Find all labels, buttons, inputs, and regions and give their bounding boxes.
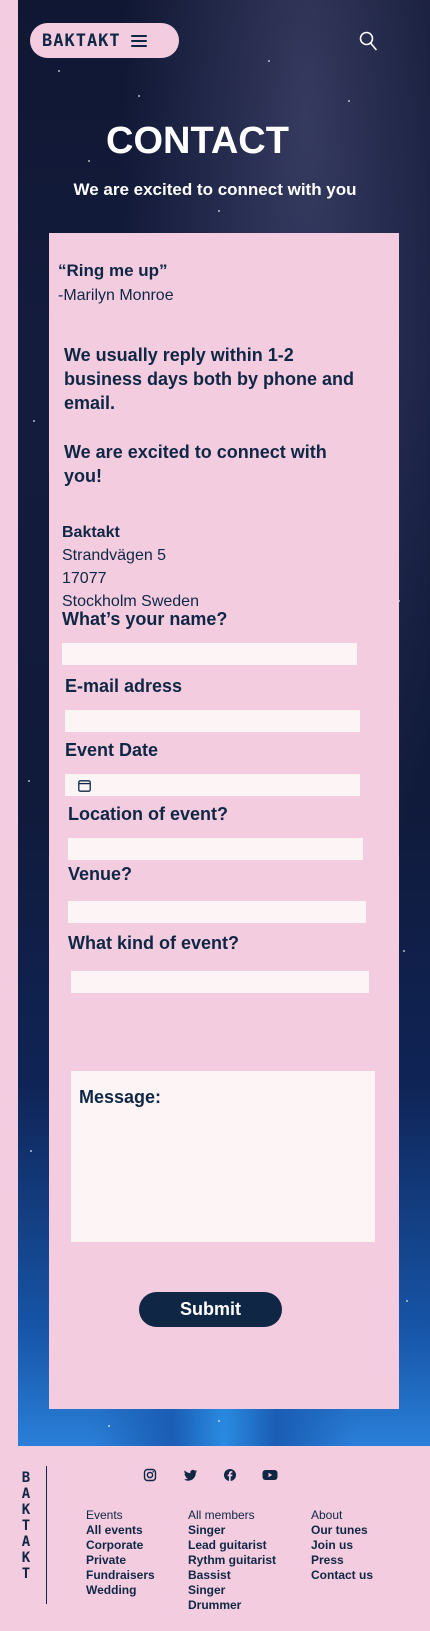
star xyxy=(30,1150,32,1152)
event-date-field[interactable] xyxy=(65,774,360,796)
youtube-icon[interactable] xyxy=(262,1468,278,1482)
star xyxy=(218,1420,220,1422)
page-title: CONTACT xyxy=(106,120,289,162)
location-field[interactable] xyxy=(68,838,363,860)
event-date-label: Event Date xyxy=(65,740,159,760)
star xyxy=(403,950,405,952)
events-link[interactable]: Fundraisers xyxy=(86,1568,155,1583)
star xyxy=(268,60,270,62)
about-column: About Our tunes Join us Press Contact us xyxy=(311,1508,373,1583)
vertical-logo-letter: T xyxy=(21,1518,31,1534)
star xyxy=(218,210,220,212)
address-street: Strandvägen 5 xyxy=(62,547,167,564)
events-link[interactable]: Wedding xyxy=(86,1583,155,1598)
members-heading[interactable]: All members xyxy=(188,1508,276,1523)
company-name: Baktakt xyxy=(62,524,120,541)
search-icon[interactable] xyxy=(359,31,377,51)
star xyxy=(348,100,350,102)
submit-button[interactable]: Submit xyxy=(139,1292,282,1327)
excited-info: We are excited to connect with you! xyxy=(64,442,327,486)
address-block: Baktakt Strandvägen 5 17077 Stockholm Sw… xyxy=(62,521,199,613)
quote: “Ring me up” xyxy=(58,261,168,280)
events-column: Events All events Corporate Private Fund… xyxy=(86,1508,155,1598)
vertical-logo-letter: T xyxy=(21,1566,31,1582)
vertical-logo-letter: K xyxy=(21,1550,31,1566)
location-label: Location of event? xyxy=(68,804,229,824)
email-label: E-mail adress xyxy=(65,676,183,696)
page-subtitle: We are excited to connect with you xyxy=(73,180,357,199)
star xyxy=(108,1425,110,1427)
vertical-logo-letter: B xyxy=(21,1470,31,1486)
quote-author: -Marilyn Monroe xyxy=(58,287,174,304)
instagram-icon[interactable] xyxy=(143,1468,157,1482)
about-heading: About xyxy=(311,1508,343,1522)
name-label: What’s your name? xyxy=(62,609,228,629)
star xyxy=(406,1300,408,1302)
message-label: Message: xyxy=(79,1087,162,1107)
events-link[interactable]: Private xyxy=(86,1553,155,1568)
members-column: All members Singer Lead guitarist Rythm … xyxy=(188,1508,276,1613)
star xyxy=(138,95,140,97)
venue-field[interactable] xyxy=(68,901,366,923)
members-link[interactable]: Singer xyxy=(188,1583,276,1598)
address-postal: 17077 xyxy=(62,570,107,587)
about-link[interactable]: Press xyxy=(311,1553,373,1568)
event-kind-field[interactable] xyxy=(71,971,369,993)
star xyxy=(33,420,35,422)
venue-label: Venue? xyxy=(68,864,133,884)
members-link[interactable]: Singer xyxy=(188,1523,276,1538)
star xyxy=(28,780,30,782)
members-link[interactable]: Drummer xyxy=(188,1598,276,1613)
vertical-logo-letter: A xyxy=(21,1486,31,1502)
events-link[interactable]: Corporate xyxy=(86,1538,155,1553)
star xyxy=(58,70,60,72)
events-link[interactable]: All events xyxy=(86,1523,155,1538)
email-field[interactable] xyxy=(65,710,360,732)
left-stripe xyxy=(0,0,18,1446)
footer: B A K T A K T Events All events Corporat… xyxy=(0,1446,430,1631)
logo: BAKTAKT xyxy=(42,30,121,51)
about-link[interactable]: Contact us xyxy=(311,1568,373,1583)
about-link[interactable]: Join us xyxy=(311,1538,373,1553)
about-link[interactable]: Our tunes xyxy=(311,1523,373,1538)
event-kind-label: What kind of event? xyxy=(68,933,239,953)
reply-info: We usually reply within 1-2 business day… xyxy=(64,345,355,413)
name-field[interactable] xyxy=(62,643,357,665)
members-link[interactable]: Lead guitarist xyxy=(188,1538,276,1553)
vertical-logo-letter: A xyxy=(21,1534,31,1550)
facebook-icon[interactable] xyxy=(223,1468,237,1482)
twitter-icon[interactable] xyxy=(184,1468,198,1482)
vertical-logo: B A K T A K T xyxy=(20,1470,32,1582)
members-link[interactable]: Bassist xyxy=(188,1568,276,1583)
footer-divider xyxy=(46,1466,47,1604)
events-heading: Events xyxy=(86,1508,123,1522)
members-link[interactable]: Rythm guitarist xyxy=(188,1553,276,1568)
calendar-icon[interactable] xyxy=(78,779,91,792)
message-field[interactable]: Message: xyxy=(71,1071,375,1242)
logo-menu-button[interactable]: BAKTAKT xyxy=(30,23,179,58)
menu-icon xyxy=(130,34,147,47)
contact-card: “Ring me up” -Marilyn Monroe We usually … xyxy=(49,233,399,1409)
vertical-logo-letter: K xyxy=(21,1502,31,1518)
